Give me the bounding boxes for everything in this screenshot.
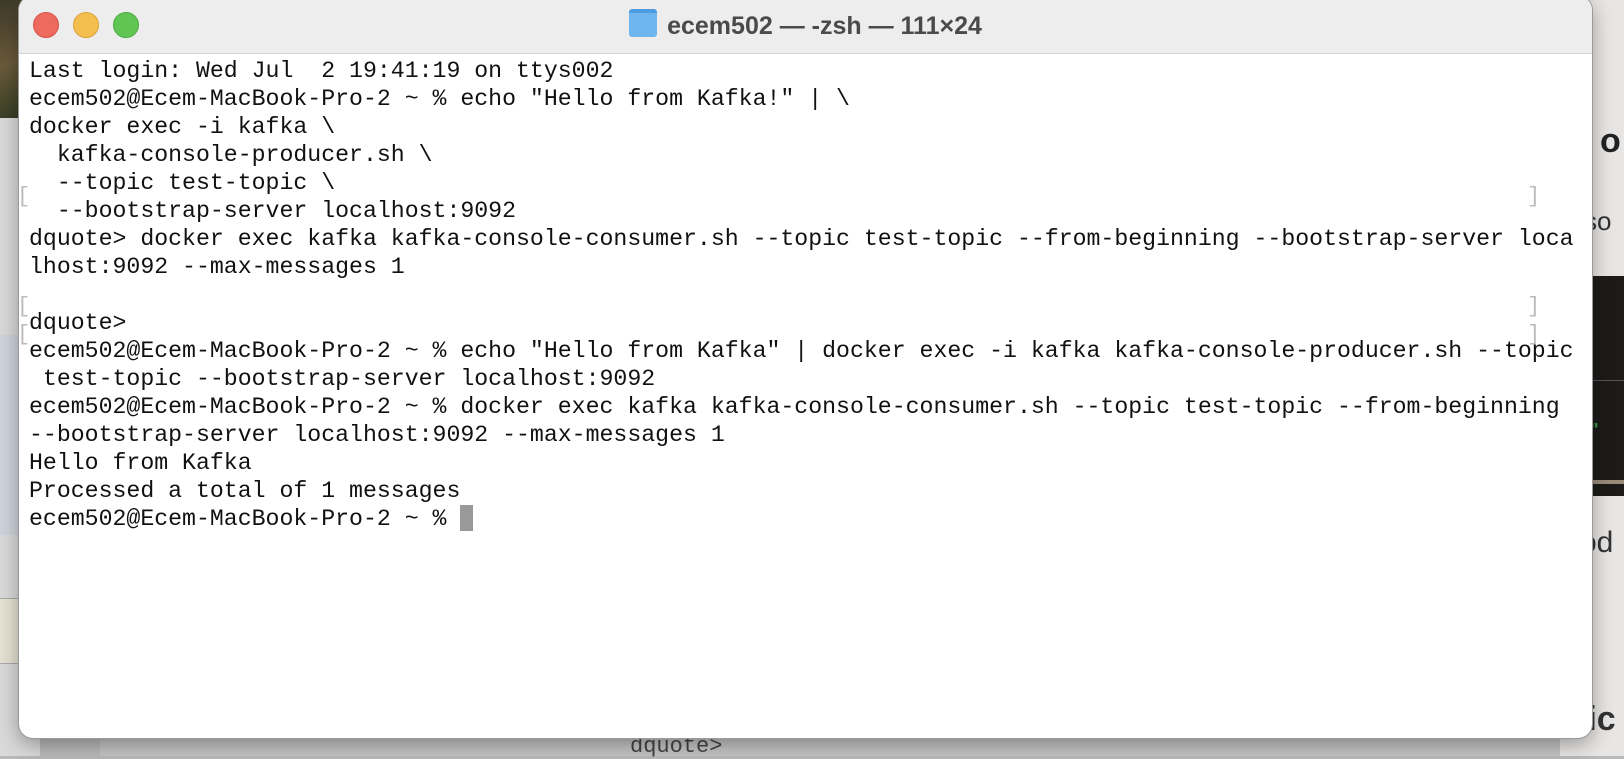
terminal-line: ecem502@Ecem-MacBook-Pro-2 ~ % echo "Hel…: [29, 86, 850, 112]
shell-prompt: ecem502@Ecem-MacBook-Pro-2 ~ %: [29, 506, 461, 532]
title-bar[interactable]: ecem502 — -zsh — 111×24: [19, 0, 1592, 54]
terminal-line: lhost:9092 --max-messages 1: [29, 254, 405, 280]
terminal-line: Hello from Kafka: [29, 450, 252, 476]
terminal-line: Processed a total of 1 messages: [29, 478, 461, 504]
text-cursor: [460, 505, 474, 531]
terminal-line: dquote>: [29, 310, 127, 336]
terminal-line: --topic test-topic \: [29, 170, 336, 196]
terminal-line: test-topic --bootstrap-server localhost:…: [29, 366, 656, 392]
window-title-text: ecem502 — -zsh — 111×24: [667, 12, 982, 40]
terminal-output[interactable]: Last login: Wed Jul 2 19:41:19 on ttys00…: [29, 57, 1574, 533]
background-text: dquote>: [630, 734, 723, 759]
terminal-line: --bootstrap-server localhost:9092: [29, 198, 517, 224]
terminal-line: --bootstrap-server localhost:9092 --max-…: [29, 422, 725, 448]
window-title: ecem502 — -zsh — 111×24: [19, 9, 1592, 41]
terminal-line: dquote> docker exec kafka kafka-console-…: [29, 226, 1574, 252]
terminal-line: ecem502@Ecem-MacBook-Pro-2 ~ % echo "Hel…: [29, 338, 1574, 364]
background-text: o: [1600, 122, 1621, 160]
terminal-line: Last login: Wed Jul 2 19:41:19 on ttys00…: [29, 58, 614, 84]
terminal-line: docker exec -i kafka \: [29, 114, 336, 140]
background-window-bottom: dquote>: [100, 734, 1560, 759]
terminal-line: ecem502@Ecem-MacBook-Pro-2 ~ % docker ex…: [29, 394, 1560, 420]
terminal-window[interactable]: ecem502 — -zsh — 111×24 [ ] [ ] [ ] Last…: [19, 0, 1592, 738]
terminal-prompt-line[interactable]: ecem502@Ecem-MacBook-Pro-2 ~ %: [29, 505, 1574, 533]
terminal-line: kafka-console-producer.sh \: [29, 142, 433, 168]
folder-icon: [629, 9, 658, 37]
